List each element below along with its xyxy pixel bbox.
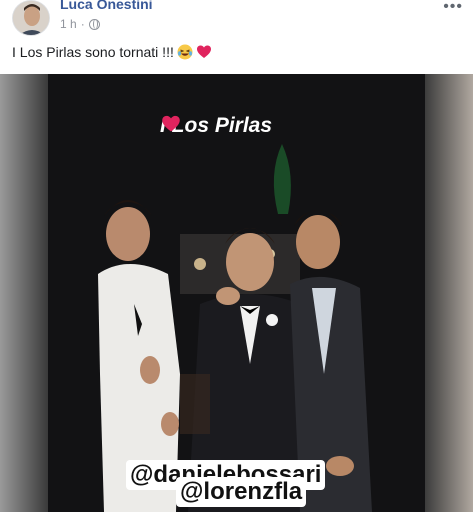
separator-dot: · (80, 17, 85, 31)
laughing-tears-emoji-icon (177, 44, 193, 60)
author-name[interactable]: Luca Onestini (60, 0, 153, 12)
author-avatar[interactable] (12, 0, 50, 36)
story-video[interactable]: I Los Pirlas @danielebossari @lorenzfla (0, 74, 473, 512)
post-header: Luca Onestini 1 h · ••• (0, 0, 473, 38)
video-frame (0, 74, 473, 512)
post-meta: 1 h · (60, 17, 100, 31)
avatar-photo (13, 1, 49, 35)
post-time[interactable]: 1 h (60, 17, 77, 31)
heart-emoji-icon (196, 45, 211, 58)
more-options-icon[interactable]: ••• (443, 0, 463, 16)
mention-tag[interactable]: @lorenzfla (176, 477, 307, 507)
story-title: I Los Pirlas (160, 114, 272, 138)
post-text: I Los Pirlas sono tornati !!! (12, 44, 212, 60)
post-message: I Los Pirlas sono tornati !!! (12, 44, 174, 60)
globe-icon[interactable] (88, 18, 100, 30)
heart-icon (162, 115, 180, 132)
